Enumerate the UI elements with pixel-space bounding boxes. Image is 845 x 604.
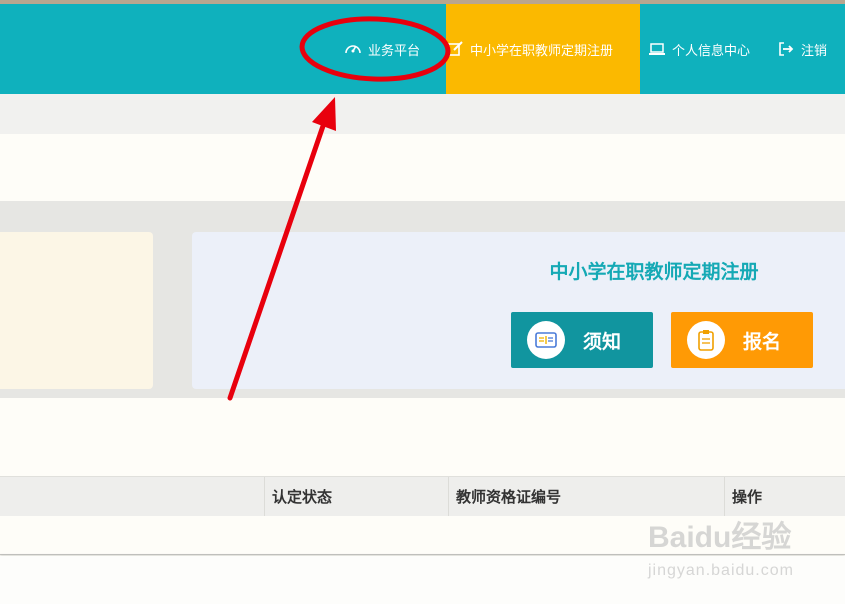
table-header: 认定状态 教师资格证编号 操作 (0, 476, 845, 517)
header-cert-number: 教师资格证编号 (456, 488, 562, 506)
nav-business-platform[interactable]: 业务平台 (344, 4, 420, 94)
clipboard-icon (687, 321, 725, 359)
registration-card-title: 中小学在职教师定期注册 (549, 261, 759, 283)
edit-icon (446, 40, 464, 58)
notice-button-label: 须知 (583, 330, 622, 353)
signup-button[interactable]: 报名 (671, 312, 813, 368)
nav-teacher-registration-label: 中小学在职教师定期注册 (470, 43, 614, 59)
header-cert-status: 认定状态 (272, 488, 333, 506)
cream-card (0, 232, 153, 389)
footer-strip (0, 556, 845, 604)
subheader-bar (0, 94, 845, 134)
nav-logout-label: 注销 (801, 43, 828, 59)
nav-business-platform-label: 业务平台 (368, 43, 421, 59)
logout-icon (777, 40, 795, 58)
notice-icon (527, 321, 565, 359)
notice-button[interactable]: 须知 (511, 312, 653, 368)
signup-button-label: 报名 (743, 330, 782, 353)
table-row (0, 516, 845, 555)
nav-logout[interactable]: 注销 (777, 4, 827, 94)
header-actions: 操作 (732, 488, 763, 506)
nav-personal-center-label: 个人信息中心 (672, 43, 751, 59)
dashboard-icon (344, 40, 362, 58)
nav-teacher-registration[interactable]: 中小学在职教师定期注册 (446, 4, 640, 94)
laptop-icon (648, 40, 666, 58)
nav-personal-center[interactable]: 个人信息中心 (648, 4, 750, 94)
info-panel (0, 134, 845, 201)
top-navbar: 业务平台 中小学在职教师定期注册 个人信息中心 注销 (0, 4, 845, 94)
